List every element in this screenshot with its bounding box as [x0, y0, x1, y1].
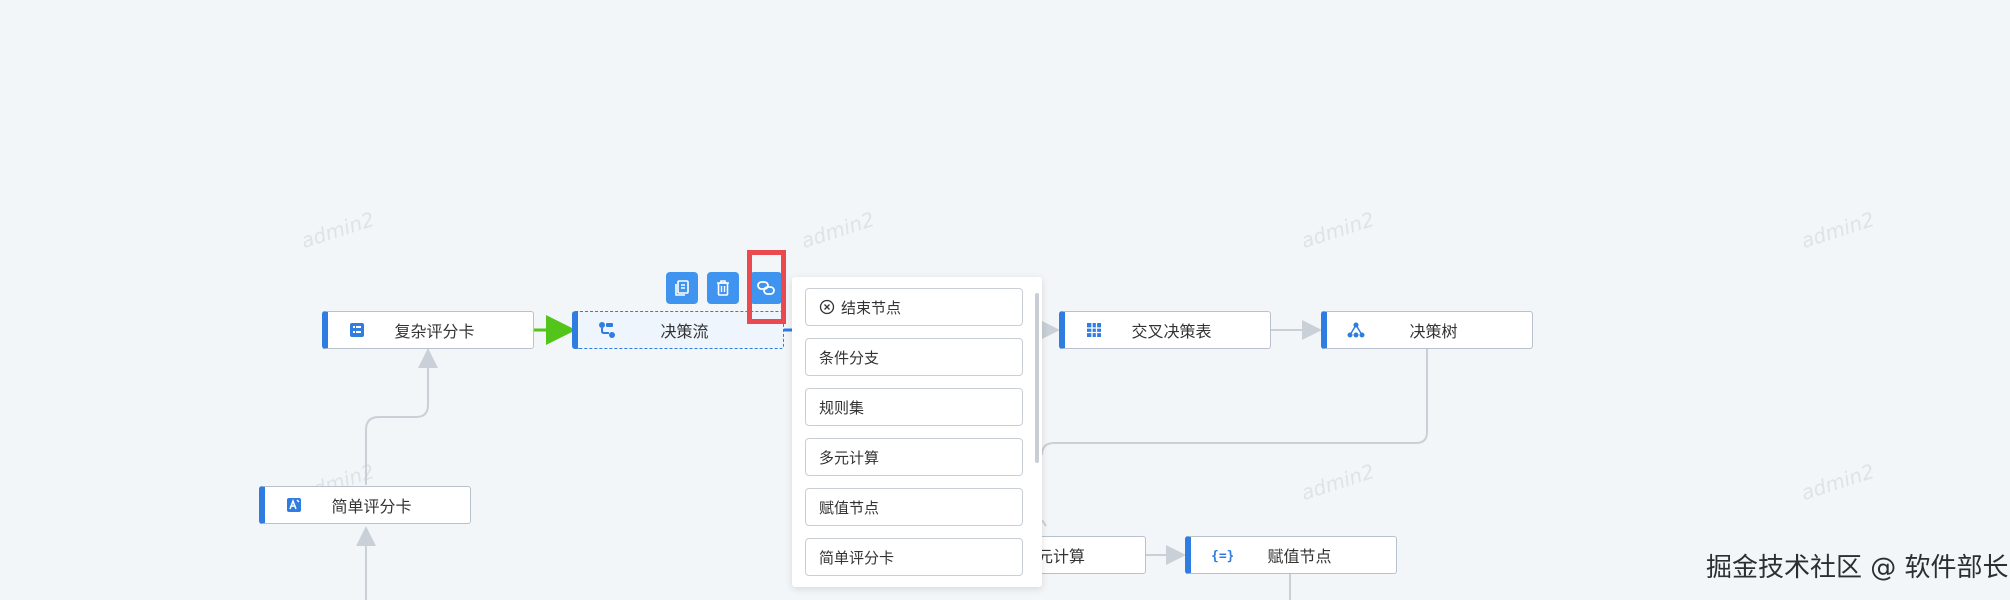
- copy-button[interactable]: [666, 272, 698, 304]
- node-complex-scorecard[interactable]: 复杂评分卡: [322, 311, 534, 349]
- node-cross-table[interactable]: 交叉决策表: [1059, 311, 1271, 349]
- node-simple-scorecard[interactable]: 简单评分卡: [259, 486, 471, 524]
- node-label: 交叉决策表: [1131, 322, 1212, 341]
- node-label: 决策树: [1409, 322, 1458, 341]
- menu-item-label: 赋值节点: [819, 498, 880, 517]
- edge-simple-to-complex: [365, 348, 438, 485]
- node-label: 简单评分卡: [331, 497, 412, 516]
- tree-icon: [1347, 321, 1365, 339]
- menu-item-simple-scorecard[interactable]: 简单评分卡: [805, 538, 1023, 576]
- menu-item-end-node[interactable]: 结束节点: [805, 288, 1023, 326]
- menu-item-condition-branch[interactable]: 条件分支: [805, 338, 1023, 376]
- assign-icon: {=}: [1211, 546, 1233, 564]
- menu-item-label: 结束节点: [841, 298, 902, 317]
- checklist-icon: [348, 321, 366, 339]
- node-assign[interactable]: {=} 赋值节点: [1185, 536, 1397, 574]
- edge-tree-loop: [1041, 349, 1428, 456]
- close-circle-icon: [819, 299, 835, 315]
- menu-item-label: 多元计算: [819, 448, 880, 467]
- node-label: 赋值节点: [1267, 547, 1332, 566]
- highlight-box: [747, 250, 786, 324]
- delete-icon: [717, 280, 729, 296]
- menu-item-label: 条件分支: [819, 348, 880, 367]
- menu-item-ruleset[interactable]: 规则集: [805, 388, 1023, 426]
- text-edit-icon: [285, 496, 303, 514]
- flow-icon: [598, 321, 616, 339]
- copy-icon: [675, 280, 689, 296]
- edge-partial: [1041, 519, 1047, 527]
- menu-item-label: 规则集: [819, 398, 865, 417]
- site-watermark-text: 掘金技术社区 @ 软件部长: [1706, 553, 2009, 583]
- node-decision-tree[interactable]: 决策树: [1321, 311, 1533, 349]
- delete-button[interactable]: [707, 272, 739, 304]
- svg-text:{=}: {=}: [1211, 549, 1233, 563]
- menu-item-multi-calc[interactable]: 多元计算: [805, 438, 1023, 476]
- node-label: 复杂评分卡: [394, 322, 475, 341]
- menu-item-label: 简单评分卡: [819, 548, 895, 567]
- add-node-menu: 结束节点 条件分支 规则集 多元计算 赋值节点 简单评分卡: [792, 277, 1042, 587]
- table-icon: [1085, 321, 1103, 339]
- menu-item-assign-node[interactable]: 赋值节点: [805, 488, 1023, 526]
- menu-scrollbar[interactable]: [1035, 293, 1039, 463]
